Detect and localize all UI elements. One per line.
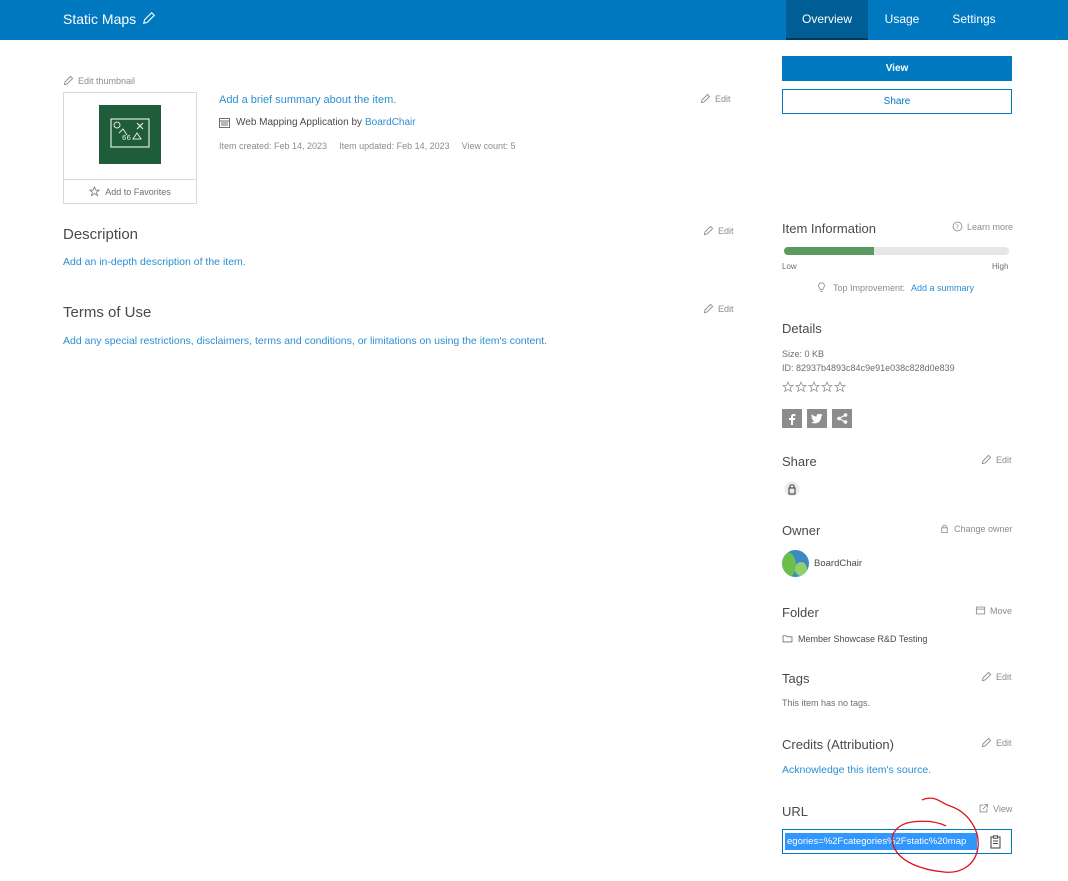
edit-thumbnail-link[interactable]: Edit thumbnail bbox=[63, 75, 135, 86]
move-label: Move bbox=[990, 605, 1013, 616]
details-size: Size: 0 KB bbox=[782, 349, 825, 359]
top-improvement-label: Top Improvement: bbox=[833, 282, 906, 293]
acknowledge-source-link[interactable]: Acknowledge this item's source. bbox=[782, 764, 931, 776]
progress-low-label: Low bbox=[782, 262, 797, 271]
description-title: Description bbox=[63, 226, 139, 243]
add-to-favorites-label: Add to Favorites bbox=[105, 186, 171, 197]
thumbnail-image[interactable]: 66 bbox=[99, 105, 161, 164]
share-icon[interactable] bbox=[832, 409, 852, 428]
share-button[interactable]: Share bbox=[782, 89, 1012, 114]
private-lock-icon bbox=[784, 481, 800, 497]
item-meta: Item created: Feb 14, 2023 Item updated:… bbox=[219, 141, 516, 151]
tab-usage[interactable]: Usage bbox=[876, 0, 928, 40]
folder-title: Folder bbox=[782, 605, 819, 620]
edit-thumbnail-label: Edit thumbnail bbox=[78, 75, 136, 86]
lightbulb-icon bbox=[818, 282, 825, 292]
star-icon[interactable] bbox=[795, 381, 807, 393]
credits-title: Credits (Attribution) bbox=[782, 737, 894, 752]
details-id: ID: 82937b4893c84c9e91e038c828d0e839 bbox=[782, 363, 955, 373]
terms-title: Terms of Use bbox=[63, 304, 152, 321]
owner-title: Owner bbox=[782, 523, 821, 538]
edit-label: Edit bbox=[996, 454, 1012, 465]
move-icon bbox=[975, 606, 986, 615]
folder-name: Member Showcase R&D Testing bbox=[798, 633, 928, 644]
learn-more-label: Learn more bbox=[967, 221, 1014, 232]
tags-text: This item has no tags. bbox=[782, 698, 871, 708]
help-icon: ? bbox=[952, 221, 963, 232]
folder-name-row: Member Showcase R&D Testing bbox=[782, 633, 927, 644]
edit-label: Edit bbox=[718, 303, 734, 314]
star-icon[interactable] bbox=[821, 381, 833, 393]
top-bar: Static Maps Overview Usage Settings bbox=[0, 0, 1068, 40]
star-icon bbox=[89, 186, 101, 197]
edit-terms-link[interactable]: Edit bbox=[703, 303, 734, 314]
add-a-summary-link[interactable]: Add a summary bbox=[911, 283, 974, 293]
edit-label: Edit bbox=[715, 93, 731, 104]
learn-more-link[interactable]: ? Learn more bbox=[952, 221, 1013, 232]
star-icon[interactable] bbox=[834, 381, 846, 393]
item-title: Static Maps bbox=[63, 11, 137, 27]
view-count: View count: 5 bbox=[461, 141, 516, 151]
owner-name[interactable]: BoardChair bbox=[814, 558, 862, 569]
owner-link[interactable]: BoardChair bbox=[365, 117, 416, 128]
top-improvement: Top Improvement: Add a summary bbox=[816, 282, 974, 293]
add-summary-link[interactable]: Add a brief summary about the item. bbox=[219, 94, 396, 106]
rating-stars[interactable] bbox=[782, 381, 846, 393]
progress-fill bbox=[784, 247, 874, 255]
progress-high-label: High bbox=[992, 262, 1009, 271]
facebook-icon[interactable] bbox=[782, 409, 802, 428]
edit-label: Edit bbox=[718, 225, 734, 236]
twitter-icon[interactable] bbox=[807, 409, 827, 428]
tab-settings[interactable]: Settings bbox=[944, 0, 1004, 40]
add-to-favorites-button[interactable]: Add to Favorites bbox=[64, 179, 196, 203]
move-folder-link[interactable]: Move bbox=[975, 605, 1012, 616]
pencil-icon[interactable] bbox=[142, 11, 156, 25]
tags-title: Tags bbox=[782, 671, 810, 686]
map-icon: 66 bbox=[110, 118, 150, 148]
add-terms-link[interactable]: Add any special restrictions, disclaimer… bbox=[63, 335, 547, 347]
url-title: URL bbox=[782, 804, 809, 819]
item-created: Item created: Feb 14, 2023 bbox=[219, 141, 328, 151]
tab-overview[interactable]: Overview bbox=[786, 0, 868, 40]
edit-credits-link[interactable]: Edit bbox=[981, 737, 1012, 748]
add-description-link[interactable]: Add an in-depth description of the item. bbox=[63, 256, 246, 268]
web-app-icon bbox=[219, 117, 230, 128]
item-information-title: Item Information bbox=[782, 221, 876, 236]
pencil-icon bbox=[981, 737, 992, 748]
social-share bbox=[782, 409, 852, 428]
pencil-icon bbox=[981, 671, 992, 682]
avatar[interactable] bbox=[782, 550, 809, 577]
pencil-icon bbox=[703, 303, 714, 314]
pencil-icon bbox=[981, 454, 992, 465]
edit-label: Edit bbox=[996, 737, 1012, 748]
pencil-icon bbox=[703, 225, 714, 236]
lock-icon bbox=[941, 524, 948, 534]
view-button[interactable]: View bbox=[782, 56, 1012, 81]
change-owner-label: Change owner bbox=[954, 523, 1013, 534]
pencil-icon bbox=[63, 75, 74, 86]
view-label: View bbox=[993, 803, 1013, 814]
edit-summary-link[interactable]: Edit bbox=[700, 93, 731, 104]
star-icon[interactable] bbox=[808, 381, 820, 393]
details-title: Details bbox=[782, 321, 822, 336]
item-type: Web Mapping Application by BoardChair bbox=[219, 117, 416, 128]
star-icon[interactable] bbox=[782, 381, 794, 393]
edit-share-link[interactable]: Edit bbox=[981, 454, 1012, 465]
change-owner-link[interactable]: Change owner bbox=[939, 523, 1013, 534]
edit-tags-link[interactable]: Edit bbox=[981, 671, 1012, 682]
item-type-text: Web Mapping Application by bbox=[236, 117, 363, 128]
edit-description-link[interactable]: Edit bbox=[703, 225, 734, 236]
copy-icon[interactable] bbox=[990, 835, 1002, 849]
share-title: Share bbox=[782, 454, 817, 469]
red-circle-annotation bbox=[891, 797, 979, 873]
edit-label: Edit bbox=[996, 671, 1012, 682]
folder-icon bbox=[782, 635, 793, 643]
svg-text:?: ? bbox=[956, 224, 959, 231]
item-updated: Item updated: Feb 14, 2023 bbox=[339, 141, 450, 151]
thumbnail-card: 66 Add to Favorites bbox=[63, 92, 197, 204]
svg-text:66: 66 bbox=[122, 134, 131, 142]
pencil-icon bbox=[700, 93, 711, 104]
item-information-progress bbox=[784, 247, 1009, 255]
